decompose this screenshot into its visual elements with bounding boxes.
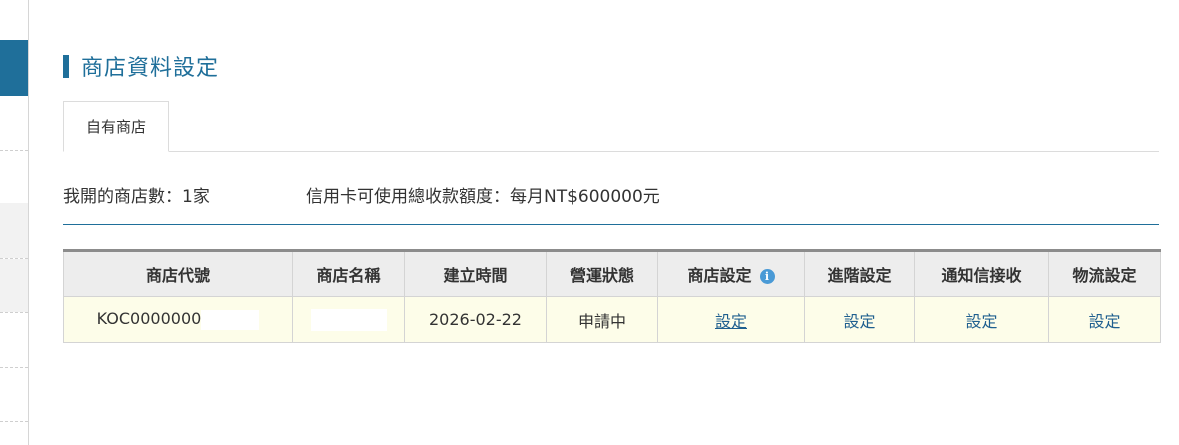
notification-setting-link[interactable]: 設定 xyxy=(965,312,997,331)
page-title-text: 商店資料設定 xyxy=(81,56,220,81)
store-code-text: KOC0000000 xyxy=(96,309,202,329)
sidebar-divider xyxy=(0,150,28,151)
cell-status: 申請中 xyxy=(546,296,658,343)
advanced-setting-link[interactable]: 設定 xyxy=(843,312,875,331)
col-header-logistics: 物流設定 xyxy=(1048,250,1161,297)
tab-bar: 自有商店 xyxy=(63,101,1159,152)
sidebar-item[interactable] xyxy=(0,203,28,258)
credit-limit: 信用卡可使用總收款額度：每月NT$600000元 xyxy=(306,187,660,207)
logistics-setting-link[interactable]: 設定 xyxy=(1088,312,1120,331)
store-setting-link[interactable]: 設定 xyxy=(715,312,747,331)
redacted-mask xyxy=(201,309,260,330)
redacted-mask xyxy=(310,308,387,331)
store-count: 我開的商店數：1家 xyxy=(63,187,210,207)
sidebar-divider xyxy=(0,367,28,368)
cell-notification: 設定 xyxy=(914,296,1049,343)
sidebar xyxy=(0,0,29,445)
col-header-store-setting-label: 商店設定 xyxy=(687,266,752,285)
col-header-status: 營運狀態 xyxy=(546,250,658,297)
col-header-store-name: 商店名稱 xyxy=(292,250,405,297)
stores-table: 商店代號 商店名稱 建立時間 營運狀態 商店設定 i 進階設定 通知信接收 物流設… xyxy=(63,249,1161,343)
store-summary: 我開的商店數：1家 信用卡可使用總收款額度：每月NT$600000元 xyxy=(63,182,660,207)
table-header-row: 商店代號 商店名稱 建立時間 營運狀態 商店設定 i 進階設定 通知信接收 物流設… xyxy=(63,250,1161,297)
cell-store-code: KOC0000000 xyxy=(63,296,293,343)
cell-created: 2026-02-22 xyxy=(404,296,547,343)
cell-store-name xyxy=(292,296,405,343)
title-accent-bar xyxy=(63,54,69,78)
sidebar-divider xyxy=(0,421,28,422)
cell-logistics: 設定 xyxy=(1048,296,1161,343)
sidebar-divider xyxy=(0,312,28,313)
page-title: 商店資料設定 xyxy=(63,52,220,81)
table-row: KOC0000000 2026-02-22 申請中 設定 設定 設定 設定 xyxy=(63,296,1161,343)
summary-divider xyxy=(63,224,1159,225)
col-header-created: 建立時間 xyxy=(404,250,547,297)
tab-own-stores[interactable]: 自有商店 xyxy=(63,101,169,152)
col-header-advanced-setting: 進階設定 xyxy=(804,250,915,297)
sidebar-item[interactable] xyxy=(0,259,28,312)
col-header-store-code: 商店代號 xyxy=(63,250,293,297)
cell-store-setting: 設定 xyxy=(657,296,805,343)
tab-label: 自有商店 xyxy=(85,118,146,136)
info-icon[interactable]: i xyxy=(759,269,775,284)
cell-advanced-setting: 設定 xyxy=(804,296,915,343)
sidebar-item-active[interactable] xyxy=(0,40,28,96)
col-header-store-setting: 商店設定 i xyxy=(657,250,805,297)
col-header-notification: 通知信接收 xyxy=(914,250,1049,297)
